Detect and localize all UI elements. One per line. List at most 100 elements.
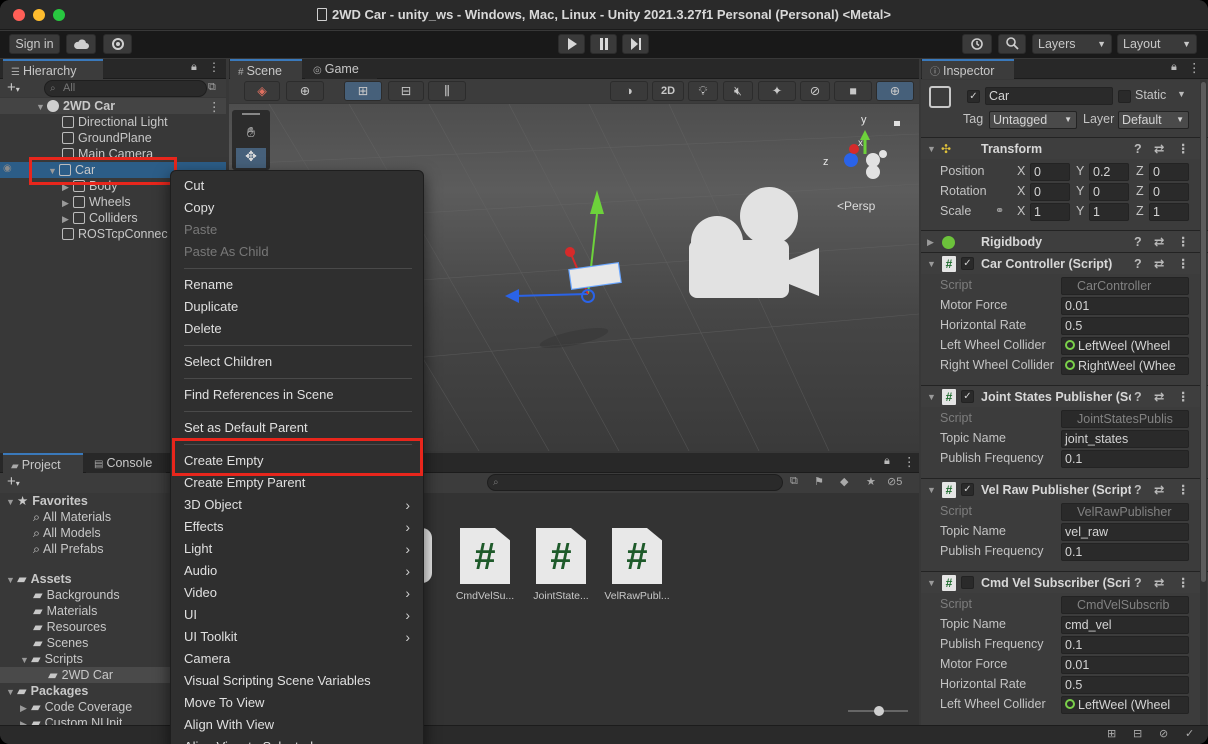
component-more-icon[interactable]: ⋮ [1177,138,1190,160]
sign-in-button[interactable]: Sign in [9,34,60,54]
component-enabled-checkbox[interactable]: ✓ [961,390,974,403]
link-icon[interactable]: ⚭ [995,204,1004,217]
tree-item-directional-light[interactable]: Directional Light [62,114,168,130]
rotation-x-field[interactable]: 0 [1030,183,1070,201]
object-name-field[interactable]: Car [985,87,1113,105]
chevron-down-icon[interactable]: ▼ [1177,89,1186,99]
tool-handle-position[interactable]: ◈ [244,81,280,101]
scale-z-field[interactable]: 1 [1149,203,1189,221]
menu-item-camera[interactable]: Camera [184,648,416,670]
move-tool-icon[interactable]: ✥ [236,148,266,168]
star-icon[interactable]: ★ [866,475,876,488]
help-icon[interactable]: ? [1134,253,1142,275]
transform-header[interactable]: ▼ ✣ Transform ? ⇄ ⋮ [921,137,1208,159]
search-button[interactable] [998,34,1026,54]
position-x-field[interactable]: 0 [1030,163,1070,181]
check-icon[interactable]: ✓ [1185,727,1194,740]
component-enabled-checkbox[interactable]: ✓ [961,257,974,270]
favorites-section[interactable]: ▼ ★ Favorites [6,493,88,509]
tag-icon[interactable]: ◆ [840,475,848,488]
hierarchy-search-input[interactable]: All ⌕ [44,80,207,97]
tab-scene[interactable]: # Scene [230,59,302,79]
inspector-scrollbar-thumb[interactable] [1201,82,1206,582]
progress-icon[interactable]: ⊞ [1107,727,1116,740]
undo-history-button[interactable] [962,34,992,54]
favorite-all-models[interactable]: ⌕ All Models [33,525,101,541]
menu-item-duplicate[interactable]: Duplicate [184,296,416,318]
menu-item-light[interactable]: Light › [184,538,416,560]
packages-folder[interactable]: ▼ ▰ Packages [6,683,88,699]
gizmos-button[interactable]: ⊕ [876,81,914,101]
menu-item-align-with-view[interactable]: Align With View [184,714,416,736]
project-lock-icon[interactable]: 🔒︎ [884,455,890,468]
tree-item-wheels[interactable]: ▶ Wheels [62,194,131,210]
menu-item-find-references[interactable]: Find References in Scene [184,384,416,406]
tree-item-rostcpconnector[interactable]: ROSTcpConnec [62,226,168,242]
publish-frequency-field[interactable]: 0.1 [1061,450,1189,468]
publish-frequency-field[interactable]: 0.1 [1061,636,1189,654]
scale-x-field[interactable]: 1 [1030,203,1070,221]
tab-project[interactable]: ▰ Project [3,453,83,473]
help-icon[interactable]: ? [1134,572,1142,594]
project-more-icon[interactable]: ⋮ [903,454,916,469]
lighting-toggle[interactable]: 💡︎ [688,81,718,101]
filter-icon[interactable]: ⧉ [208,81,216,94]
preset-icon[interactable]: ⇄ [1154,479,1164,501]
inspector-lock-icon[interactable]: 🔒︎ [1171,61,1177,74]
2d-toggle[interactable]: 2D [652,81,684,101]
position-z-field[interactable]: 0 [1149,163,1189,181]
menu-item-ui-toolkit[interactable]: UI Toolkit › [184,626,416,648]
static-checkbox[interactable] [1118,90,1131,103]
folder-materials[interactable]: ▰ Materials [33,603,97,619]
menu-item-move-to-view[interactable]: Move To View [184,692,416,714]
menu-item-cut[interactable]: Cut [184,175,416,197]
topic-name-field[interactable]: vel_raw [1061,523,1189,541]
inspector-more-icon[interactable]: ⋮ [1188,60,1201,75]
tab-game[interactable]: ◎ Game [305,59,377,79]
visibility-eye-icon[interactable]: ◉ [3,163,12,174]
tree-item-colliders[interactable]: ▶ Colliders [62,210,138,226]
component-more-icon[interactable]: ⋮ [1177,572,1190,594]
scene-visibility-toggle[interactable]: ⊘ [800,81,830,101]
effects-toggle[interactable]: ✦ [758,81,796,101]
search-by-type-icon[interactable]: ⧉ [790,475,798,488]
publish-frequency-field[interactable]: 0.1 [1061,543,1189,561]
menu-item-3d-object[interactable]: 3D Object › [184,494,416,516]
menu-item-visual-scripting-scene-variables[interactable]: Visual Scripting Scene Variables [184,670,416,692]
layout-dropdown[interactable]: Layout ▼ [1117,34,1197,54]
audio-toggle[interactable]: 🔇︎ [723,81,753,101]
pause-button[interactable] [590,34,617,54]
help-icon[interactable]: ? [1134,138,1142,160]
preset-icon[interactable]: ⇄ [1154,253,1164,275]
asset-velrawpublisher[interactable]: # [612,528,662,584]
perspective-label[interactable]: <Persp [837,199,875,213]
joint-states-publisher-header[interactable]: ▼ # ✓ Joint States Publisher (Sc ? ⇄ ⋮ [921,385,1208,407]
menu-item-delete[interactable]: Delete [184,318,416,340]
help-icon[interactable]: ? [1134,386,1142,408]
tab-console[interactable]: ▤ Console [86,453,166,473]
hidden-packages-toggle[interactable]: ⊘5 [887,475,902,488]
step-button[interactable] [622,34,649,54]
component-more-icon[interactable]: ⋮ [1177,479,1190,501]
tool-handle-rotation[interactable]: ⊕ [286,81,324,101]
scene-root-2wd-car[interactable]: ▼ 2WD Car [36,98,115,114]
left-wheel-collider-field[interactable]: LeftWeel (Wheel [1061,337,1189,355]
topic-name-field[interactable]: joint_states [1061,430,1189,448]
menu-item-ui[interactable]: UI › [184,604,416,626]
asset-jointstatespublisher[interactable]: # [536,528,586,584]
search-by-label-icon[interactable]: ⚑ [814,475,824,488]
preset-icon[interactable]: ⇄ [1154,138,1164,160]
folder-scenes[interactable]: ▰ Scenes [33,635,88,651]
preset-icon[interactable]: ⇄ [1154,386,1164,408]
project-search-input[interactable]: ⌕ [487,474,783,491]
component-more-icon[interactable]: ⋮ [1177,386,1190,408]
lock-icon[interactable]: 🔒︎ [191,61,197,74]
grid-snap-button[interactable]: ⊞ [344,81,382,101]
add-button[interactable]: +▾ [7,79,20,96]
rotation-z-field[interactable]: 0 [1149,183,1189,201]
rotation-y-field[interactable]: 0 [1089,183,1129,201]
left-wheel-collider-field[interactable]: LeftWeel (Wheel [1061,696,1189,714]
assets-folder[interactable]: ▼ ▰ Assets [6,571,72,587]
cmd-vel-subscriber-header[interactable]: ▼ # Cmd Vel Subscriber (Scri ? ⇄ ⋮ [921,571,1208,593]
debug-icon[interactable]: ⊘ [1159,727,1168,740]
